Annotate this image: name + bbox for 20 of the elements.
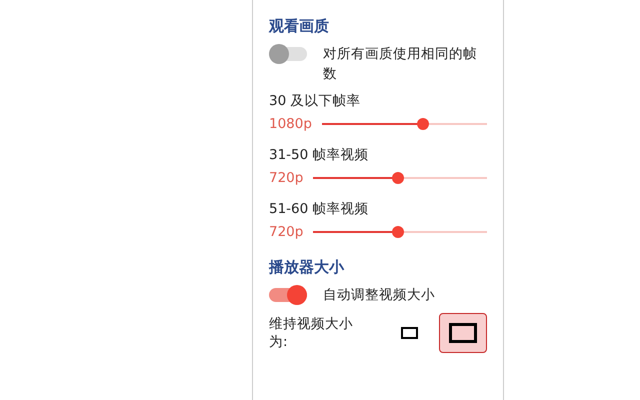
slider-reading: 720p: [269, 224, 304, 240]
toggle-label: 对所有画质使用相同的帧数: [323, 45, 478, 84]
slider-track[interactable]: [313, 172, 487, 184]
slider-track[interactable]: [322, 118, 487, 130]
toggle-label: 自动调整视频大小: [323, 286, 436, 305]
slider-label: 31-50 帧率视频: [269, 146, 370, 164]
large-size-button[interactable]: [438, 313, 488, 353]
slider-reading: 720p: [269, 170, 304, 186]
slider-label: 30 及以下帧率: [269, 92, 362, 110]
section-title: 播放器大小: [269, 258, 346, 277]
size-choice-label: 维持视频大小为:: [269, 315, 354, 351]
section-title: 观看画质: [269, 17, 330, 36]
slider-label: 51-60 帧率视频: [269, 200, 370, 218]
slider-thumb[interactable]: [416, 118, 429, 130]
slider-reading: 1080p: [269, 116, 312, 132]
toggle-switch[interactable]: [269, 285, 307, 305]
slider-thumb[interactable]: [392, 226, 404, 238]
slider-thumb[interactable]: [392, 172, 404, 184]
slider-track[interactable]: [313, 226, 487, 238]
toggle-switch[interactable]: [269, 44, 307, 64]
